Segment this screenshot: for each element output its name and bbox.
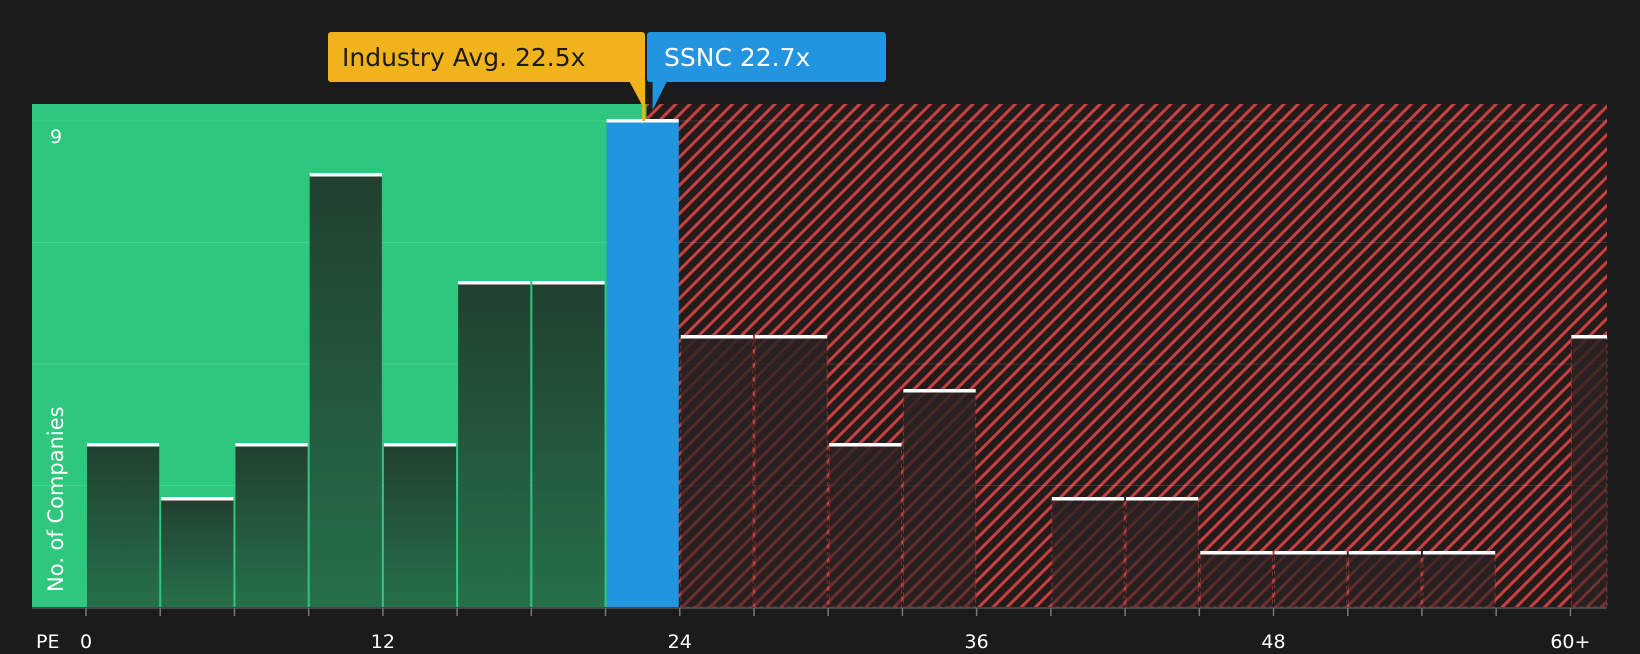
histogram-bar — [383, 445, 457, 607]
company-bin-bar — [606, 121, 679, 607]
company-pe-label: SSNC 22.7x — [664, 43, 810, 72]
histogram-bar — [309, 175, 382, 607]
histogram-bar — [1274, 553, 1347, 607]
histogram-bar-cap — [532, 281, 605, 285]
histogram-bar-cap — [754, 335, 828, 339]
x-tick-label: 12 — [371, 631, 395, 650]
histogram-bar — [754, 337, 828, 607]
histogram-bar-cap — [1274, 551, 1347, 555]
histogram-bar — [161, 499, 234, 607]
y-axis-max-label: 9 — [50, 126, 62, 148]
x-axis-title: PE — [36, 631, 59, 650]
histogram-bar-cap — [1126, 497, 1199, 501]
histogram-bar-cap — [458, 281, 531, 285]
histogram-bar — [1422, 553, 1496, 607]
histogram-bar-cap — [1051, 497, 1125, 501]
histogram-svg: 0 12 24 36 48 60+ 9 No. of Companies PE Indus… — [32, 32, 1608, 653]
histogram-bar-cap — [1571, 335, 1607, 339]
histogram-bar — [87, 445, 160, 607]
industry-avg-label: Industry Avg. 22.5x — [342, 43, 585, 72]
histogram-bar — [1200, 553, 1273, 607]
x-tick-label: 48 — [1261, 631, 1285, 650]
histogram-bar-cap — [235, 443, 308, 447]
histogram-bar — [1051, 499, 1125, 607]
pe-distribution-chart: 0 12 24 36 48 60+ 9 No. of Companies PE Indus… — [0, 0, 1640, 653]
histogram-bar-cap — [680, 335, 753, 339]
histogram-bar-cap — [309, 173, 382, 177]
histogram-bar-cap — [1348, 551, 1421, 555]
histogram-bar-cap — [1422, 551, 1496, 555]
histogram-bar — [1571, 337, 1607, 607]
histogram-bar-cap — [1200, 551, 1273, 555]
histogram-bar — [532, 283, 605, 607]
histogram-bar — [458, 283, 531, 607]
histogram-bar — [829, 445, 902, 607]
histogram-bar — [1126, 499, 1199, 607]
x-axis-ticks: 0 12 24 36 48 60+ — [80, 608, 1590, 653]
x-tick-label: 24 — [668, 631, 692, 650]
histogram-bar-cap — [87, 443, 160, 447]
histogram-bar-cap — [829, 443, 902, 447]
x-tick-label: 60+ — [1550, 631, 1590, 650]
y-axis-title: No. of Companies — [44, 406, 68, 592]
histogram-bar — [903, 391, 976, 607]
x-tick-label: 0 — [80, 631, 92, 650]
histogram-bar-cap — [161, 497, 234, 501]
histogram-bar — [680, 337, 753, 607]
histogram-bar — [1348, 553, 1421, 607]
x-tick-label: 36 — [965, 631, 989, 650]
histogram-bar — [235, 445, 308, 607]
histogram-bar-cap — [383, 443, 457, 447]
histogram-bar-cap — [903, 389, 976, 393]
